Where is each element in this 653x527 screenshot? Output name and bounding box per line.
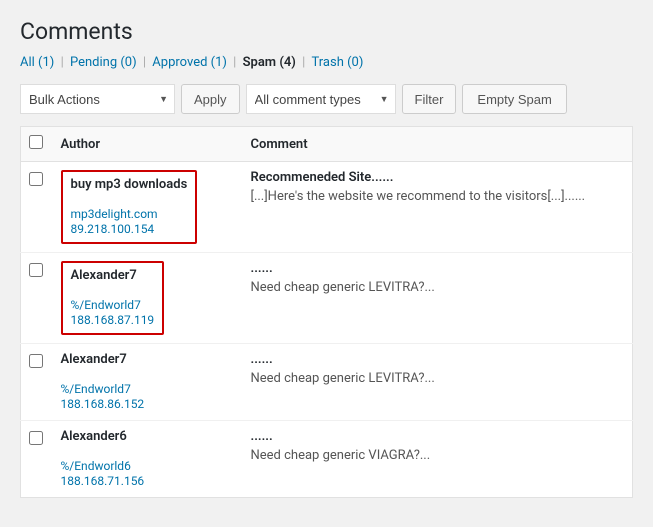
author-name: buy mp3 downloads: [71, 177, 188, 192]
tab-trash[interactable]: Trash (0): [311, 55, 363, 70]
row-author-cell: Alexander7 %/Endworld7188.168.87.119: [51, 253, 241, 344]
tab-all-count: (1): [38, 55, 54, 70]
row-comment-cell: ...... Need cheap generic LEVITRA?...: [241, 253, 633, 344]
select-all-checkbox[interactable]: [29, 135, 43, 149]
row-checkbox-cell: [21, 253, 51, 344]
tab-spam[interactable]: Spam (4): [243, 55, 296, 70]
row-checkbox-cell: [21, 162, 51, 253]
tab-approved-count: (1): [211, 55, 227, 70]
bulk-actions-wrap: Bulk Actions Delete Not Spam: [20, 84, 175, 114]
comment-types-wrap: All comment types: [246, 84, 396, 114]
comment-body: Need cheap generic LEVITRA?...: [251, 280, 623, 295]
author-name: Alexander7: [71, 268, 155, 283]
th-author: Author: [51, 127, 241, 162]
page-title: Comments: [20, 18, 633, 45]
row-checkbox[interactable]: [29, 263, 43, 277]
bulk-actions-select[interactable]: Bulk Actions Delete Not Spam: [20, 84, 175, 114]
row-checkbox-cell: [21, 344, 51, 421]
comment-title: ......: [251, 429, 623, 444]
comments-tbody: buy mp3 downloads mp3delight.com89.218.10…: [21, 162, 633, 498]
table-row: buy mp3 downloads mp3delight.com89.218.10…: [21, 162, 633, 253]
comment-types-select[interactable]: All comment types: [246, 84, 396, 114]
comment-title: ......: [251, 352, 623, 367]
comments-table: Author Comment buy mp3 downloads mp3delig…: [20, 126, 633, 498]
row-author-cell: Alexander7 %/Endworld7188.168.86.152: [51, 344, 241, 421]
author-ip[interactable]: 188.168.71.156: [61, 474, 145, 488]
row-checkbox-cell: [21, 421, 51, 498]
author-ip[interactable]: 188.168.87.119: [71, 313, 155, 327]
tab-pending-count: (0): [120, 55, 136, 70]
author-ip[interactable]: 89.218.100.154: [71, 222, 155, 236]
tablenav-top: Bulk Actions Delete Not Spam Apply All c…: [20, 80, 633, 118]
row-comment-cell: ...... Need cheap generic LEVITRA?...: [241, 344, 633, 421]
author-name: Alexander7: [61, 352, 231, 367]
tab-all[interactable]: All (1): [20, 55, 54, 70]
tab-approved[interactable]: Approved (1): [152, 55, 227, 70]
table-row: Alexander7 %/Endworld7188.168.87.119.....…: [21, 253, 633, 344]
th-checkbox: [21, 127, 51, 162]
apply-button[interactable]: Apply: [181, 84, 240, 114]
comment-body: [...]Here's the website we recommend to …: [251, 189, 623, 204]
tab-pending[interactable]: Pending (0): [70, 55, 137, 70]
row-author-cell: buy mp3 downloads mp3delight.com89.218.10…: [51, 162, 241, 253]
tab-trash-count: (0): [347, 55, 363, 70]
comment-title: Recommeneded Site......: [251, 170, 623, 185]
row-comment-cell: ...... Need cheap generic VIAGRA?...: [241, 421, 633, 498]
row-author-cell: Alexander6 %/Endworld6188.168.71.156: [51, 421, 241, 498]
comment-title: ......: [251, 261, 623, 276]
page-wrap: Comments All (1) | Pending (0) | Approve…: [0, 0, 653, 527]
row-comment-cell: Recommeneded Site...... [...]Here's the w…: [241, 162, 633, 253]
table-row: Alexander6 %/Endworld6188.168.71.156.....…: [21, 421, 633, 498]
author-ip[interactable]: 188.168.86.152: [61, 397, 145, 411]
author-name: Alexander6: [61, 429, 231, 444]
author-site[interactable]: %/Endworld7: [71, 298, 141, 312]
author-site[interactable]: mp3delight.com: [71, 207, 158, 221]
row-checkbox[interactable]: [29, 172, 43, 186]
comment-body: Need cheap generic VIAGRA?...: [251, 448, 623, 463]
table-header-row: Author Comment: [21, 127, 633, 162]
filter-tabs: All (1) | Pending (0) | Approved (1) | S…: [20, 55, 633, 70]
empty-spam-button[interactable]: Empty Spam: [462, 84, 566, 114]
author-site[interactable]: %/Endworld6: [61, 459, 131, 473]
th-comment: Comment: [241, 127, 633, 162]
row-checkbox[interactable]: [29, 354, 43, 368]
row-checkbox[interactable]: [29, 431, 43, 445]
filter-button[interactable]: Filter: [402, 84, 457, 114]
author-site[interactable]: %/Endworld7: [61, 382, 131, 396]
comment-body: Need cheap generic LEVITRA?...: [251, 371, 623, 386]
table-row: Alexander7 %/Endworld7188.168.86.152.....…: [21, 344, 633, 421]
